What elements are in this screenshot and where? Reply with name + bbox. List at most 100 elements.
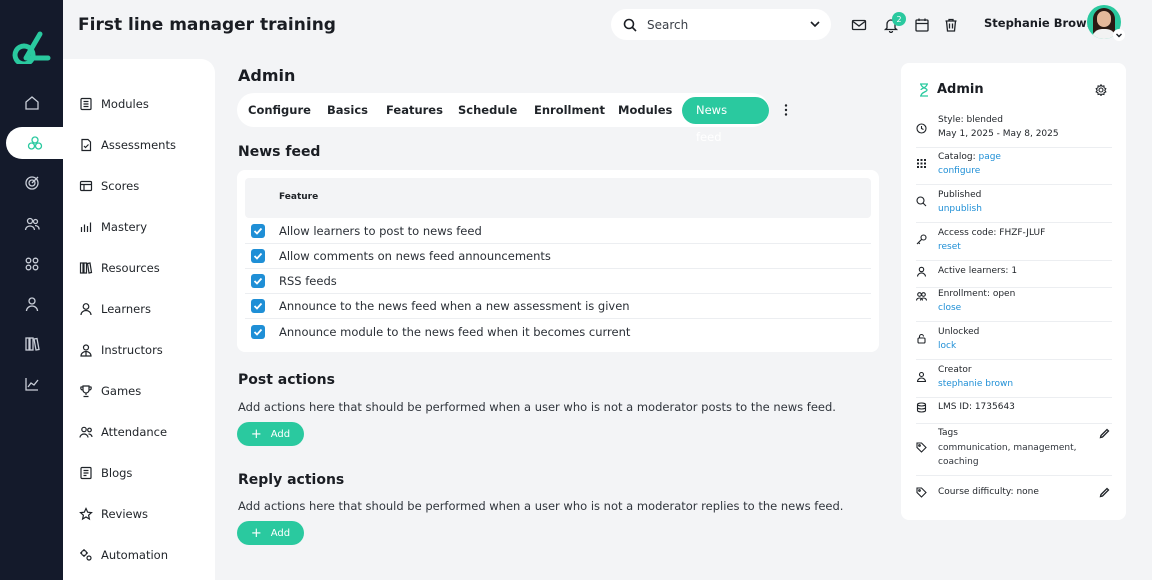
person-icon <box>25 297 38 312</box>
lms-id-text: LMS ID: 1735643 <box>938 402 1015 412</box>
configure-link[interactable]: configure <box>938 166 980 176</box>
group-icon <box>916 292 927 301</box>
add-button-label: Add <box>270 428 291 440</box>
app-logo-icon[interactable] <box>10 30 52 64</box>
tab-features[interactable]: Features <box>386 93 443 127</box>
subnav-item-assessments[interactable]: Assessments <box>79 135 176 155</box>
dates-text: May 1, 2025 - May 8, 2025 <box>938 129 1059 139</box>
feature-checkbox[interactable] <box>251 249 265 263</box>
subnav-item-label: Scores <box>101 179 140 193</box>
tab-basics[interactable]: Basics <box>327 93 368 127</box>
feature-label: Announce to the news feed when a new ass… <box>279 299 630 313</box>
subnav-item-reviews[interactable]: Reviews <box>79 504 148 524</box>
catalog-page-link[interactable]: page <box>978 152 1000 162</box>
gear-icon[interactable] <box>1095 84 1107 96</box>
check-icon <box>253 302 263 310</box>
rail-person[interactable] <box>0 288 63 320</box>
search-box[interactable] <box>611 9 831 40</box>
enrollment-row: Enrollment: open close <box>916 289 1112 322</box>
database-icon <box>916 402 927 413</box>
rail-books[interactable] <box>0 328 63 360</box>
top-bar: First line manager training 2 Stephanie … <box>63 0 1152 56</box>
assessments-icon <box>27 136 42 150</box>
table-row: Allow learners to post to news feed <box>245 219 871 244</box>
feature-table: Feature Allow learners to post to news f… <box>237 170 879 352</box>
chevron-down-icon[interactable] <box>809 18 821 30</box>
search-input[interactable] <box>647 17 797 32</box>
catalog-row: Catalog: page configure <box>916 152 1112 185</box>
subnav-item-label: Mastery <box>101 220 148 234</box>
plus-icon: + <box>250 426 262 442</box>
pencil-icon[interactable] <box>1099 487 1110 498</box>
subnav-item-games[interactable]: Games <box>79 381 141 401</box>
subnav-item-instructors[interactable]: Instructors <box>79 340 163 360</box>
check-icon <box>253 227 263 235</box>
feature-label: RSS feeds <box>279 274 337 288</box>
star-icon <box>79 507 93 521</box>
subnav-item-automation[interactable]: Automation <box>79 545 168 565</box>
tags-line-2: coaching <box>938 457 979 467</box>
difficulty-text: Course difficulty: none <box>938 487 1039 497</box>
tab-enrollment[interactable]: Enrollment <box>534 93 605 127</box>
search-icon <box>916 196 927 207</box>
unpublish-link[interactable]: unpublish <box>938 204 982 214</box>
published-text: Published <box>938 190 982 200</box>
tags-row: Tags communication, management, coaching <box>916 428 1112 476</box>
blogs-icon <box>80 466 92 480</box>
feature-checkbox[interactable] <box>251 299 265 313</box>
more-vertical-icon[interactable] <box>783 103 789 117</box>
add-reply-action-button[interactable]: + Add <box>237 521 304 545</box>
calendar-icon[interactable] <box>914 17 930 33</box>
subnav-item-modules[interactable]: Modules <box>79 94 149 114</box>
feature-checkbox[interactable] <box>251 274 265 288</box>
tab-news-feed[interactable]: News feed <box>682 97 769 144</box>
modules-icon <box>80 97 92 111</box>
reset-link[interactable]: reset <box>938 242 961 252</box>
lms-id-row: LMS ID: 1735643 <box>916 402 1112 424</box>
feature-label: Allow comments on news feed announcement… <box>279 249 551 263</box>
clock-icon <box>916 123 927 134</box>
rail-grid[interactable] <box>0 248 63 280</box>
lock-link[interactable]: lock <box>938 341 956 351</box>
pencil-icon[interactable] <box>1099 428 1110 439</box>
key-icon <box>916 234 927 245</box>
post-actions-title: Post actions <box>238 372 335 388</box>
check-icon <box>253 277 263 285</box>
person-icon <box>916 266 927 277</box>
home-icon <box>24 96 39 110</box>
style-text: Style: blended <box>938 115 1003 125</box>
chart-icon <box>24 378 39 391</box>
feature-checkbox[interactable] <box>251 324 265 339</box>
rail-target[interactable] <box>0 167 63 199</box>
subnav-item-learners[interactable]: Learners <box>79 299 151 319</box>
attendance-icon <box>79 426 93 438</box>
add-button-label: Add <box>270 527 291 539</box>
add-post-action-button[interactable]: + Add <box>237 422 304 446</box>
subnav-item-scores[interactable]: Scores <box>79 176 139 196</box>
subnav-item-label: Attendance <box>101 425 168 439</box>
subnav-item-resources[interactable]: Resources <box>79 258 160 278</box>
trash-icon[interactable] <box>943 17 959 33</box>
subnav-item-blogs[interactable]: Blogs <box>79 463 132 483</box>
subnav-item-mastery[interactable]: Mastery <box>79 217 147 237</box>
feature-checkbox[interactable] <box>251 224 265 238</box>
creator-link[interactable]: stephanie brown <box>938 379 1013 389</box>
rail-assessments[interactable] <box>6 127 63 159</box>
tab-configure[interactable]: Configure <box>248 93 311 127</box>
table-header: Feature <box>245 178 871 218</box>
rail-chart[interactable] <box>0 368 63 400</box>
tags-line-1: communication, management, <box>938 443 1077 453</box>
instructors-icon <box>80 344 92 357</box>
avatar-menu-chevron-icon[interactable] <box>1113 29 1125 41</box>
books-icon <box>24 337 40 351</box>
rail-home[interactable] <box>0 87 63 119</box>
access-code-text: Access code: FHZF-JLUF <box>938 228 1046 238</box>
rail-users[interactable] <box>0 208 63 240</box>
mail-icon[interactable] <box>851 17 867 33</box>
tab-schedule[interactable]: Schedule <box>458 93 517 127</box>
close-enrollment-link[interactable]: close <box>938 303 961 313</box>
subnav-item-attendance[interactable]: Attendance <box>79 422 167 442</box>
users-icon <box>24 217 40 231</box>
app-title: First line manager training <box>78 15 336 35</box>
tab-modules[interactable]: Modules <box>618 93 672 127</box>
